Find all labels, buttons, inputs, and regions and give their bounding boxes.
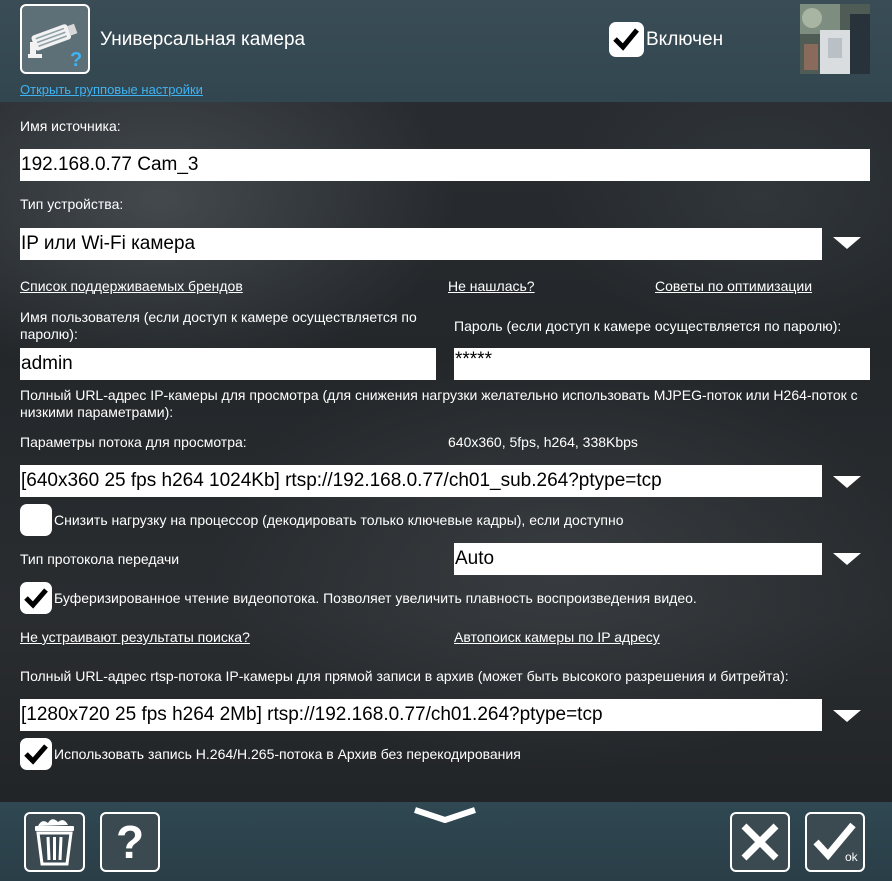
cancel-button[interactable] — [730, 812, 790, 872]
username-label: Имя пользователя (если доступ к камере о… — [20, 309, 417, 342]
trash-icon — [35, 819, 74, 866]
expand-chevron-down-icon[interactable] — [413, 806, 477, 826]
camera-title: Универсальная камера — [100, 29, 306, 50]
protocol-select[interactable]: Auto — [454, 543, 822, 575]
device-type-select[interactable]: IP или Wi-Fi камера — [20, 228, 822, 260]
no-transcode-label: Использовать запись H.264/H.265-потока в… — [54, 746, 521, 762]
ok-label: ok — [845, 850, 858, 864]
camera-icon: ? — [28, 23, 82, 71]
record-stream-select[interactable]: [1280x720 25 fps h264 2Mb] rtsp://192.16… — [20, 699, 822, 731]
username-input[interactable]: admin — [20, 348, 436, 380]
close-icon — [741, 823, 779, 861]
no-transcode-checkbox[interactable] — [20, 738, 52, 770]
source-name-input[interactable]: 192.168.0.77 Cam_3 — [20, 149, 870, 181]
enabled-checkbox[interactable] — [609, 22, 644, 57]
view-url-label: Полный URL-адрес IP-камеры для просмотра… — [20, 387, 858, 420]
help-button[interactable]: ? — [100, 812, 160, 872]
record-url-label: Полный URL-адрес rtsp-потока IP-камеры д… — [20, 668, 789, 684]
camera-preview-thumbnail[interactable] — [800, 4, 870, 74]
password-label: Пароль (если доступ к камере осуществляе… — [454, 318, 842, 334]
group-settings-link[interactable]: Открыть групповые настройки — [20, 82, 203, 97]
view-stream-select[interactable]: [640x360 25 fps h264 1024Kb] rtsp://192.… — [20, 465, 822, 497]
reduce-cpu-label: Снизить нагрузку на процессор (декодиров… — [54, 512, 624, 528]
buffered-read-label: Буферизированное чтение видеопотока. Поз… — [54, 590, 697, 606]
checkmark-icon — [24, 744, 48, 765]
camera-type-icon-button[interactable]: ? — [20, 4, 90, 74]
delete-button[interactable] — [24, 812, 85, 872]
protocol-label: Тип протокола передачи — [20, 551, 180, 567]
preview-image — [800, 4, 870, 74]
help-icon: ? — [115, 816, 145, 868]
svg-text:?: ? — [70, 49, 82, 71]
enabled-label: Включен — [646, 29, 724, 50]
not-found-link[interactable]: Не нашлась? — [448, 278, 535, 294]
device-type-dropdown-arrow-icon[interactable] — [833, 237, 861, 249]
stream-params-label: Параметры потока для просмотра: — [20, 434, 247, 450]
ip-autosearch-link[interactable]: Автопоиск камеры по IP адресу — [454, 629, 660, 645]
search-results-link[interactable]: Не устраивают результаты поиска? — [20, 629, 250, 645]
supported-brands-link[interactable]: Список поддерживаемых брендов — [20, 278, 243, 294]
optimization-tips-link[interactable]: Советы по оптимизации — [655, 278, 812, 294]
checkmark-icon — [613, 28, 639, 51]
device-type-label: Тип устройства: — [20, 196, 124, 212]
protocol-dropdown-arrow-icon[interactable] — [833, 553, 861, 565]
stream-params-value: 640x360, 5fps, h264, 338Kbps — [448, 434, 638, 450]
view-stream-dropdown-arrow-icon[interactable] — [833, 476, 861, 488]
source-name-label: Имя источника: — [20, 118, 121, 134]
password-input[interactable]: ***** — [454, 348, 870, 380]
record-stream-dropdown-arrow-icon[interactable] — [833, 710, 861, 722]
reduce-cpu-checkbox[interactable] — [20, 504, 52, 536]
buffered-read-checkbox[interactable] — [20, 582, 52, 614]
checkmark-icon — [24, 588, 48, 609]
ok-button[interactable]: ok — [805, 812, 865, 872]
